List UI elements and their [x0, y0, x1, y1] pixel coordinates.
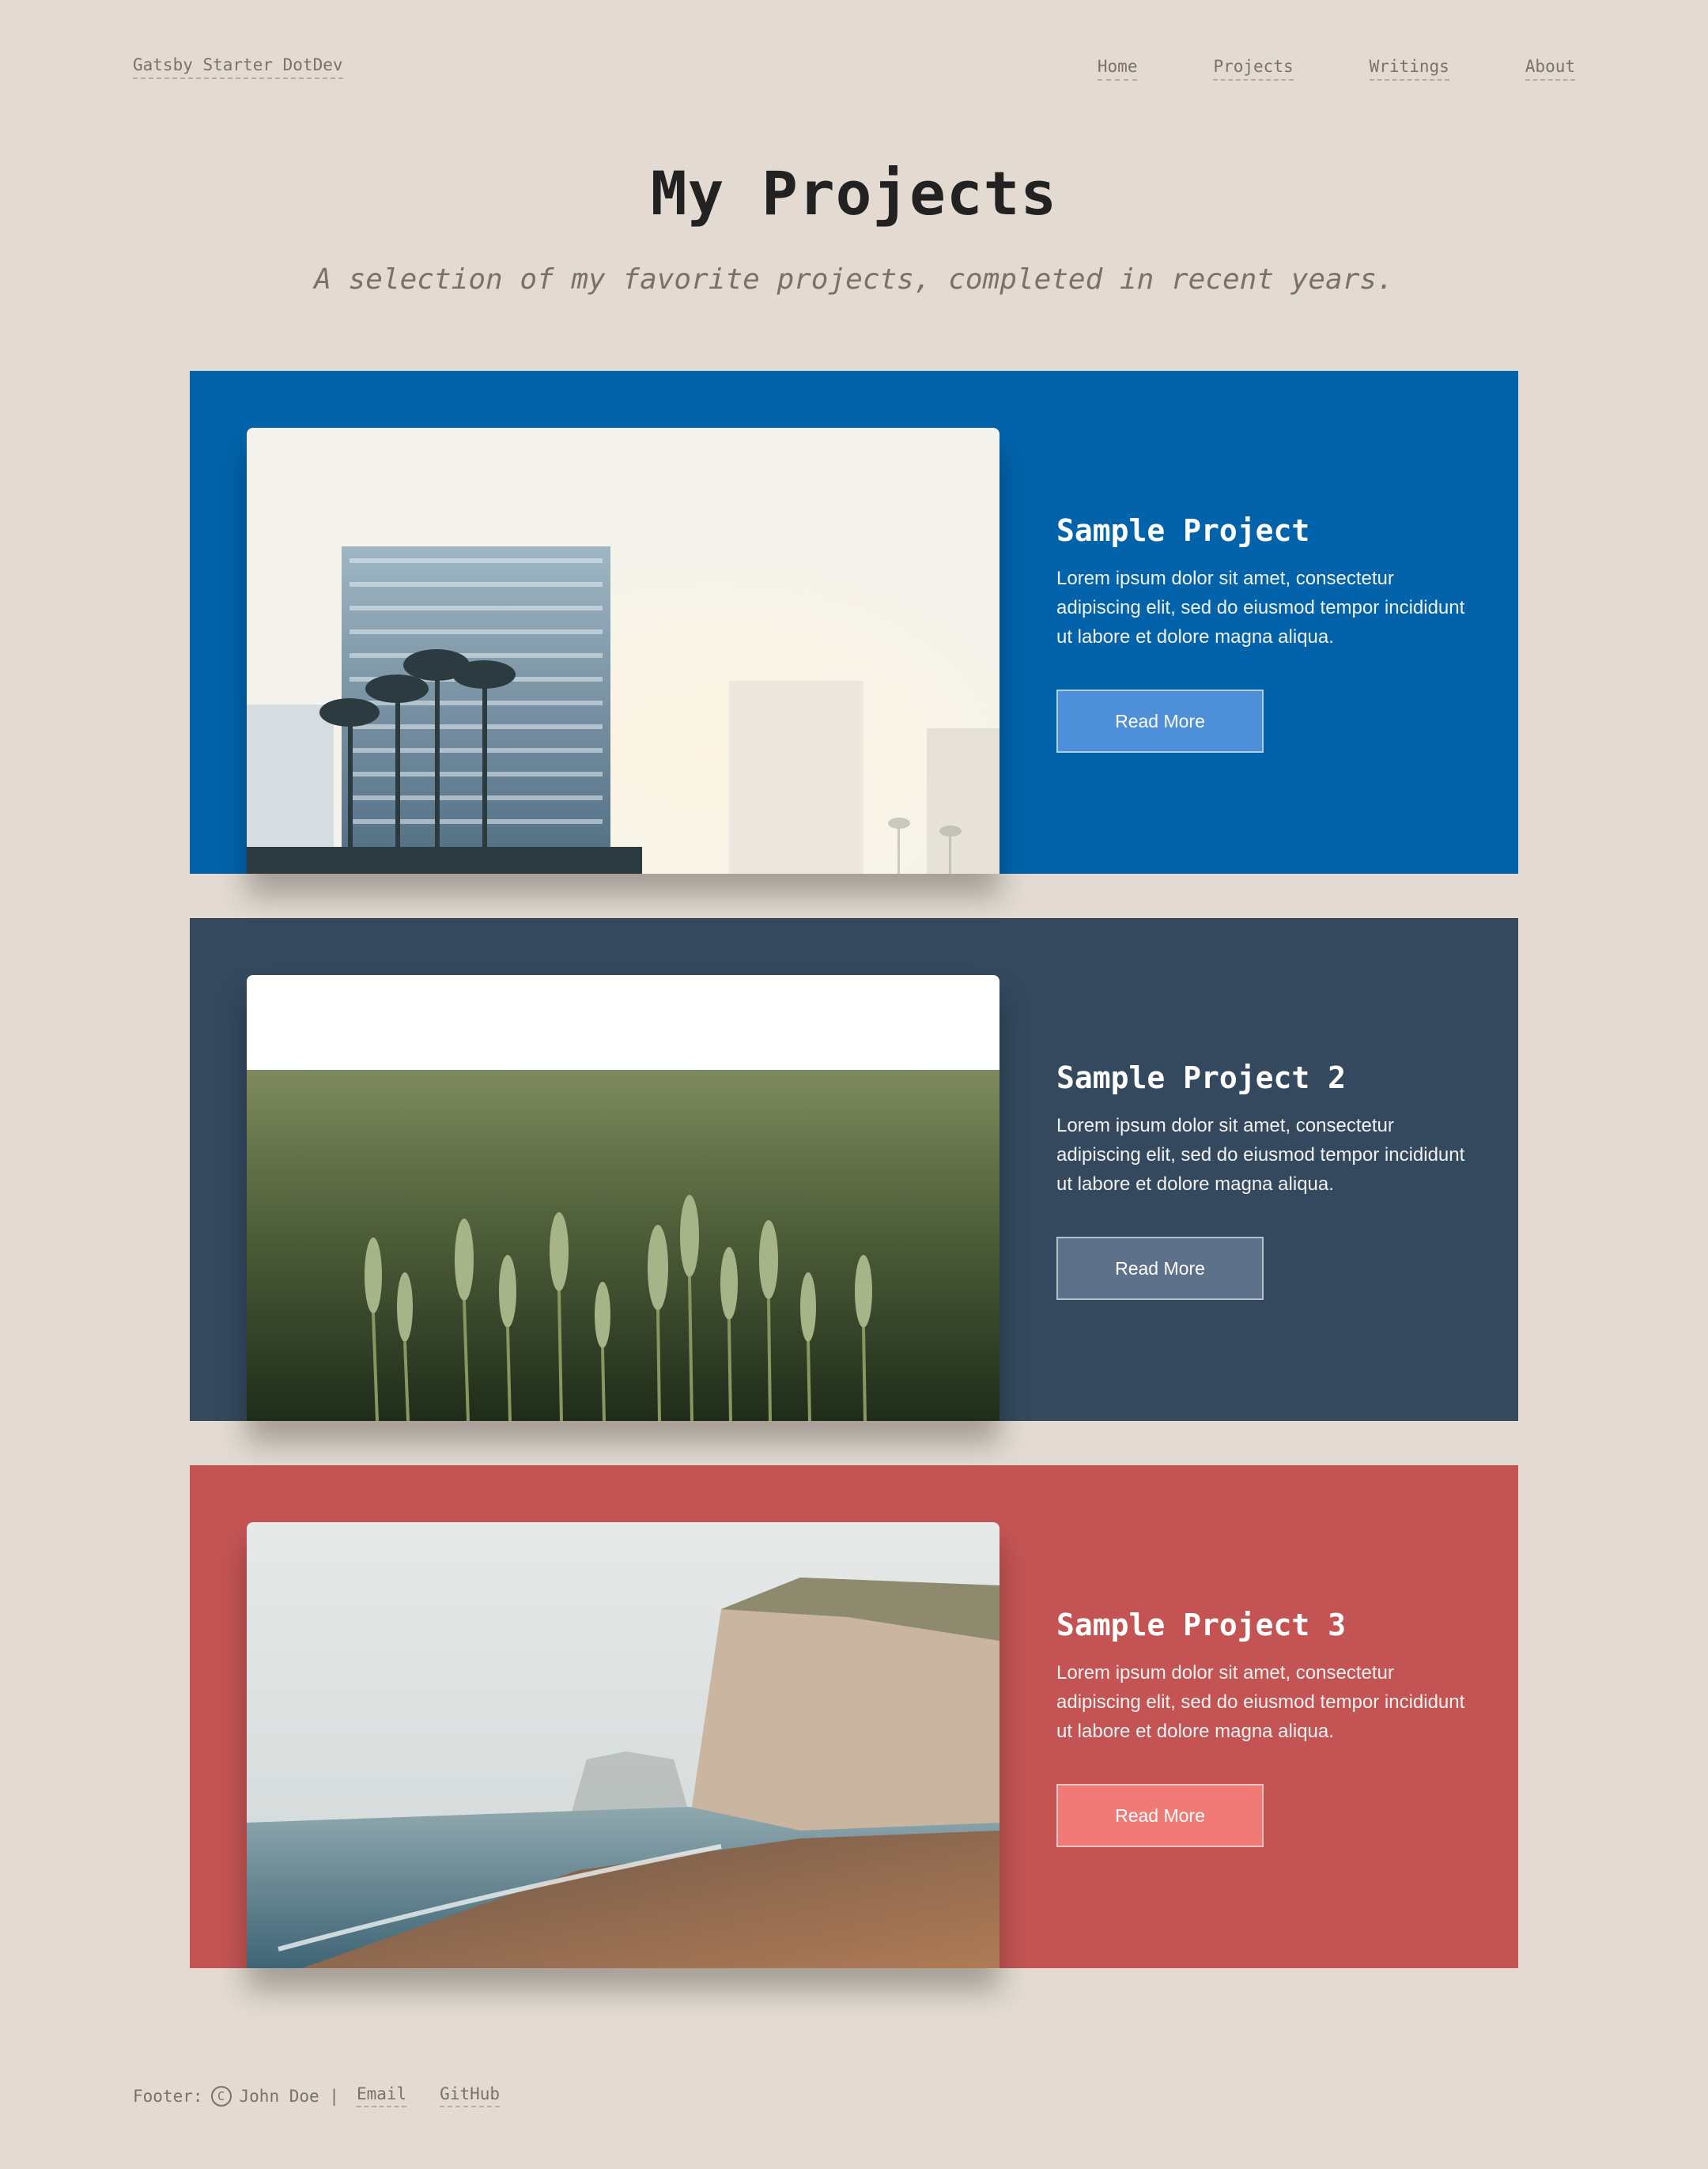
footer-author: John Doe | [239, 2086, 339, 2106]
project-card-body: Sample Project 3 Lorem ipsum dolor sit a… [1056, 1608, 1468, 1847]
read-more-button[interactable]: Read More [1056, 1784, 1264, 1847]
project-image-coast [247, 1522, 999, 1968]
nav-home[interactable]: Home [1097, 57, 1138, 81]
site-title-link[interactable]: Gatsby Starter DotDev [133, 55, 343, 79]
footer-github-link[interactable]: GitHub [440, 2084, 501, 2107]
read-more-button[interactable]: Read More [1056, 1237, 1264, 1300]
nav-projects[interactable]: Projects [1213, 57, 1294, 81]
page-title: My Projects [650, 158, 1058, 229]
project-description: Lorem ipsum dolor sit amet, consectetur … [1056, 1115, 1465, 1195]
read-more-button[interactable]: Read More [1056, 690, 1264, 753]
project-title: Sample Project [1056, 513, 1310, 548]
main-nav: Home Projects Writings About [1097, 57, 1575, 81]
project-description: Lorem ipsum dolor sit amet, consectetur … [1056, 1662, 1465, 1742]
project-title: Sample Project 2 [1056, 1060, 1347, 1095]
page-subtitle: A selection of my favorite projects, com… [314, 263, 1394, 296]
site-footer: Footer: C John Doe | Email GitHub [133, 2084, 501, 2107]
nav-writings[interactable]: Writings [1369, 57, 1449, 81]
copyright-icon: C [210, 2085, 232, 2107]
project-image-wheat-field [247, 975, 999, 1421]
project-card: Sample Project 2 Lorem ipsum dolor sit a… [190, 918, 1518, 1421]
footer-prefix: Footer: [133, 2086, 203, 2106]
site-header: Gatsby Starter DotDev Home Projects Writ… [0, 0, 1708, 111]
project-card-body: Sample Project Lorem ipsum dolor sit ame… [1056, 513, 1468, 753]
nav-about[interactable]: About [1525, 57, 1575, 81]
project-card-body: Sample Project 2 Lorem ipsum dolor sit a… [1056, 1060, 1468, 1300]
page-hero: My Projects A selection of my favorite p… [0, 158, 1708, 296]
project-card: Sample Project 3 Lorem ipsum dolor sit a… [190, 1465, 1518, 1968]
project-description: Lorem ipsum dolor sit amet, consectetur … [1056, 568, 1465, 648]
project-title: Sample Project 3 [1056, 1608, 1347, 1642]
project-image-building [247, 428, 999, 874]
footer-email-link[interactable]: Email [356, 2084, 407, 2107]
project-card: Sample Project Lorem ipsum dolor sit ame… [190, 371, 1518, 874]
